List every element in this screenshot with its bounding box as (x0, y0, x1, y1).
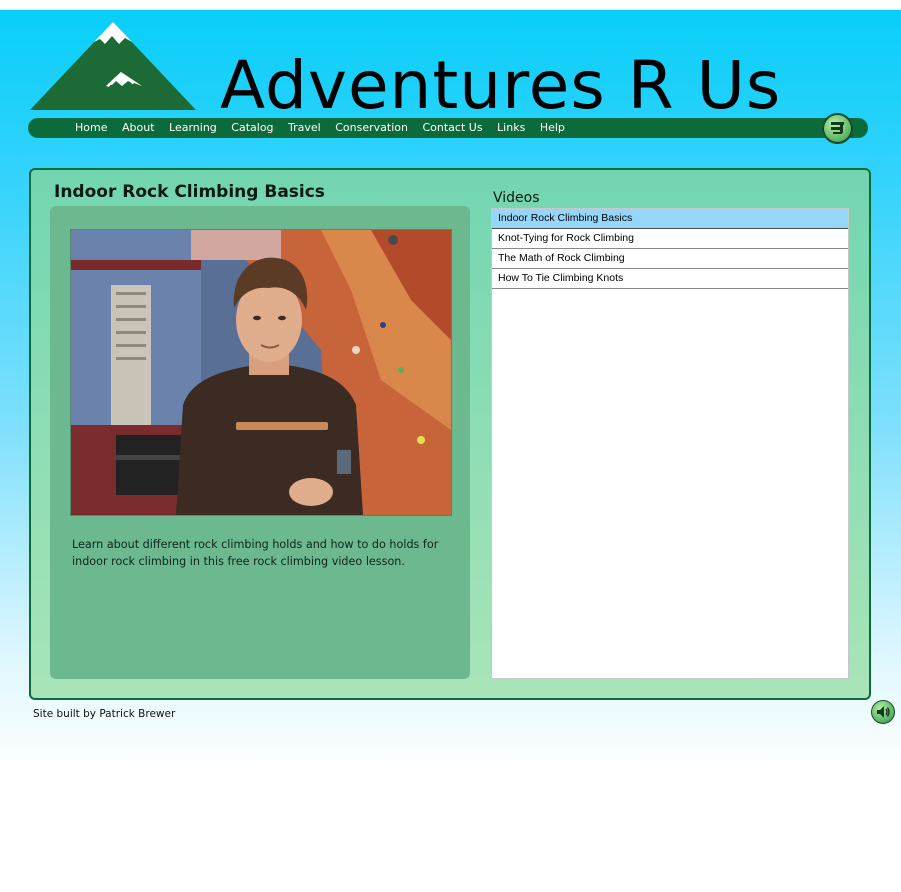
nav-item-learning[interactable]: Learning (169, 118, 217, 138)
shopping-cart-icon (831, 122, 844, 134)
nav-item-contact-us[interactable]: Contact Us (422, 118, 482, 138)
video-player-box: Learn about different rock climbing hold… (50, 206, 470, 679)
nav-item-travel[interactable]: Travel (288, 118, 321, 138)
video-list-item[interactable]: The Math of Rock Climbing (492, 249, 848, 269)
nav-menu: Home About Learning Catalog Travel Conse… (75, 118, 579, 138)
mountain-logo[interactable] (30, 22, 198, 114)
nav-item-catalog[interactable]: Catalog (231, 118, 273, 138)
video-thumbnail (71, 230, 451, 515)
speaker-icon (877, 706, 890, 718)
video-list-item[interactable]: Knot-Tying for Rock Climbing (492, 229, 848, 249)
nav-item-about[interactable]: About (122, 118, 155, 138)
nav-item-conservation[interactable]: Conservation (335, 118, 408, 138)
nav-item-links[interactable]: Links (497, 118, 525, 138)
video-player[interactable] (70, 229, 452, 516)
video-description: Learn about different rock climbing hold… (72, 538, 439, 568)
nav-item-help[interactable]: Help (540, 118, 565, 138)
content-panel: Indoor Rock Climbing Basics Learn about … (29, 168, 871, 700)
top-border (0, 0, 901, 10)
footer-credit: Site built by Patrick Brewer (33, 708, 176, 720)
video-list-item[interactable]: How To Tie Climbing Knots (492, 269, 848, 289)
videos-heading: Videos (493, 190, 540, 206)
cart-button[interactable] (822, 113, 853, 144)
sound-toggle-button[interactable] (871, 700, 895, 724)
video-list-item[interactable]: Indoor Rock Climbing Basics (492, 209, 848, 229)
nav-item-home[interactable]: Home (75, 118, 107, 138)
site-title: Adventures R Us (220, 47, 782, 124)
page-title: Indoor Rock Climbing Basics (54, 182, 325, 202)
video-list: Indoor Rock Climbing Basics Knot-Tying f… (491, 208, 849, 679)
main-navigation: Home About Learning Catalog Travel Conse… (28, 118, 868, 138)
